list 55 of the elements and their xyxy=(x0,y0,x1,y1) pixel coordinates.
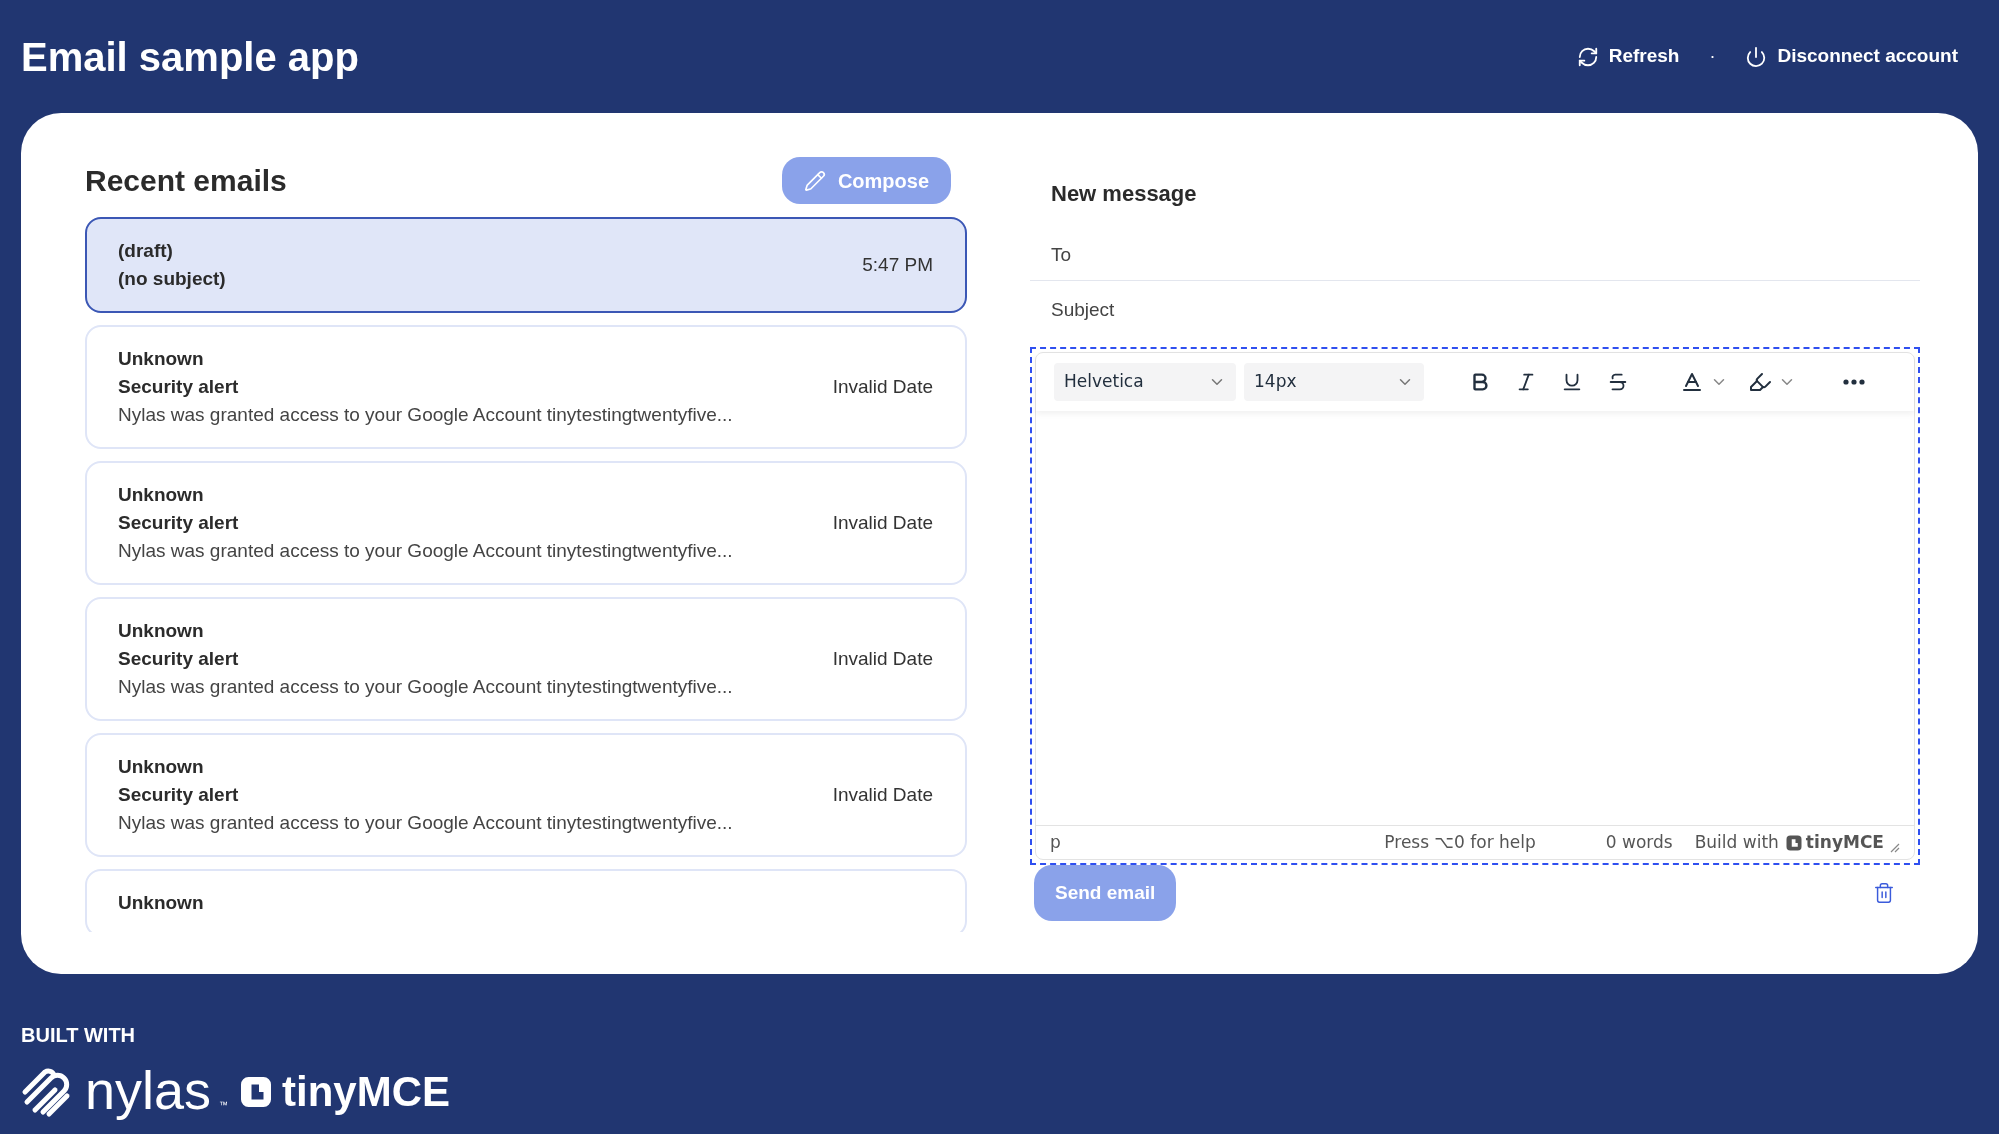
email-date: Invalid Date xyxy=(832,782,933,807)
font-size-select[interactable]: 14px xyxy=(1244,363,1424,401)
sender-name: Unknown xyxy=(118,755,205,779)
pencil-icon xyxy=(803,169,826,192)
refresh-icon xyxy=(1576,45,1599,68)
trademark-sign: ™ xyxy=(219,1098,229,1112)
section-title: Recent emails xyxy=(85,163,287,199)
email-item[interactable]: Unknown xyxy=(85,869,967,932)
email-item[interactable]: Unknown Security alert Nylas was granted access to your Google Account tinytestingtwentyfive... Invalid Date xyxy=(85,325,967,449)
sender-name: Unknown xyxy=(118,347,205,371)
sender-name: Unknown xyxy=(118,483,205,507)
email-subject: Security alert xyxy=(118,511,240,535)
email-item[interactable]: Unknown Security alert Nylas was granted access to your Google Account tinytestingtwentyfive... Invalid Date xyxy=(85,733,967,857)
sender-name: Unknown xyxy=(118,619,205,643)
composer-title: New message xyxy=(1050,180,1198,208)
email-date: Invalid Date xyxy=(832,510,933,535)
text-color-icon xyxy=(1680,370,1704,394)
more-icon xyxy=(1843,379,1865,385)
email-date: Invalid Date xyxy=(832,374,933,399)
sender-name: (draft) xyxy=(118,239,174,263)
email-snippet: Nylas was granted access to your Google Account tinytestingtwentyfive... xyxy=(118,403,733,427)
element-path: p xyxy=(1050,830,1061,854)
email-snippet: Nylas was granted access to your Google Account tinytestingtwentyfive... xyxy=(118,675,733,699)
disconnect-button[interactable]: Disconnect account xyxy=(1745,42,1958,71)
email-item[interactable]: Unknown Security alert Nylas was granted access to your Google Account tinytestingtwentyfive... Invalid Date xyxy=(85,461,967,585)
separator-dot: · xyxy=(1709,45,1716,68)
refresh-button[interactable]: Refresh xyxy=(1576,42,1680,71)
strikethrough-icon xyxy=(1607,371,1629,393)
help-hint: Press ⌥0 for help xyxy=(1384,830,1536,854)
built-with-label: BUILT WITH xyxy=(21,1023,137,1048)
sender-name: Unknown xyxy=(118,891,204,915)
font-family-select[interactable]: Helvetica xyxy=(1054,363,1236,401)
branding-text: Build with xyxy=(1694,830,1779,854)
power-icon xyxy=(1745,45,1768,68)
email-subject: Security alert xyxy=(118,375,240,399)
email-item[interactable]: (draft) (no subject) 5:47 PM xyxy=(85,217,967,313)
email-subject: Security alert xyxy=(118,647,240,671)
app-title: Email sample app xyxy=(21,33,359,81)
email-snippet: Nylas was granted access to your Google Account tinytestingtwentyfive... xyxy=(118,811,733,835)
underline-icon xyxy=(1561,371,1583,393)
word-count: 0 words xyxy=(1605,830,1673,854)
tinymce-wordmark: tinyMCE xyxy=(282,1068,451,1116)
highlighter-icon xyxy=(1748,370,1772,394)
email-snippet: Nylas was granted access to your Google Account tinytestingtwentyfive... xyxy=(118,539,733,563)
tinymce-link[interactable]: tinyMCE xyxy=(1784,829,1884,856)
nylas-wordmark: nylas xyxy=(85,1062,212,1118)
email-date: Invalid Date xyxy=(832,646,933,671)
tinymce-logo-icon xyxy=(1784,833,1803,852)
email-item[interactable]: Unknown Security alert Nylas was granted access to your Google Account tinytestingtwentyfive... Invalid Date xyxy=(85,597,967,721)
email-subject: Security alert xyxy=(118,783,240,807)
to-field[interactable]: To xyxy=(1030,230,1920,281)
email-date: 5:47 PM xyxy=(862,252,933,277)
subject-field[interactable]: Subject xyxy=(1030,281,1920,339)
email-subject: (no subject) xyxy=(118,267,226,291)
delete-icon[interactable] xyxy=(1873,882,1895,904)
